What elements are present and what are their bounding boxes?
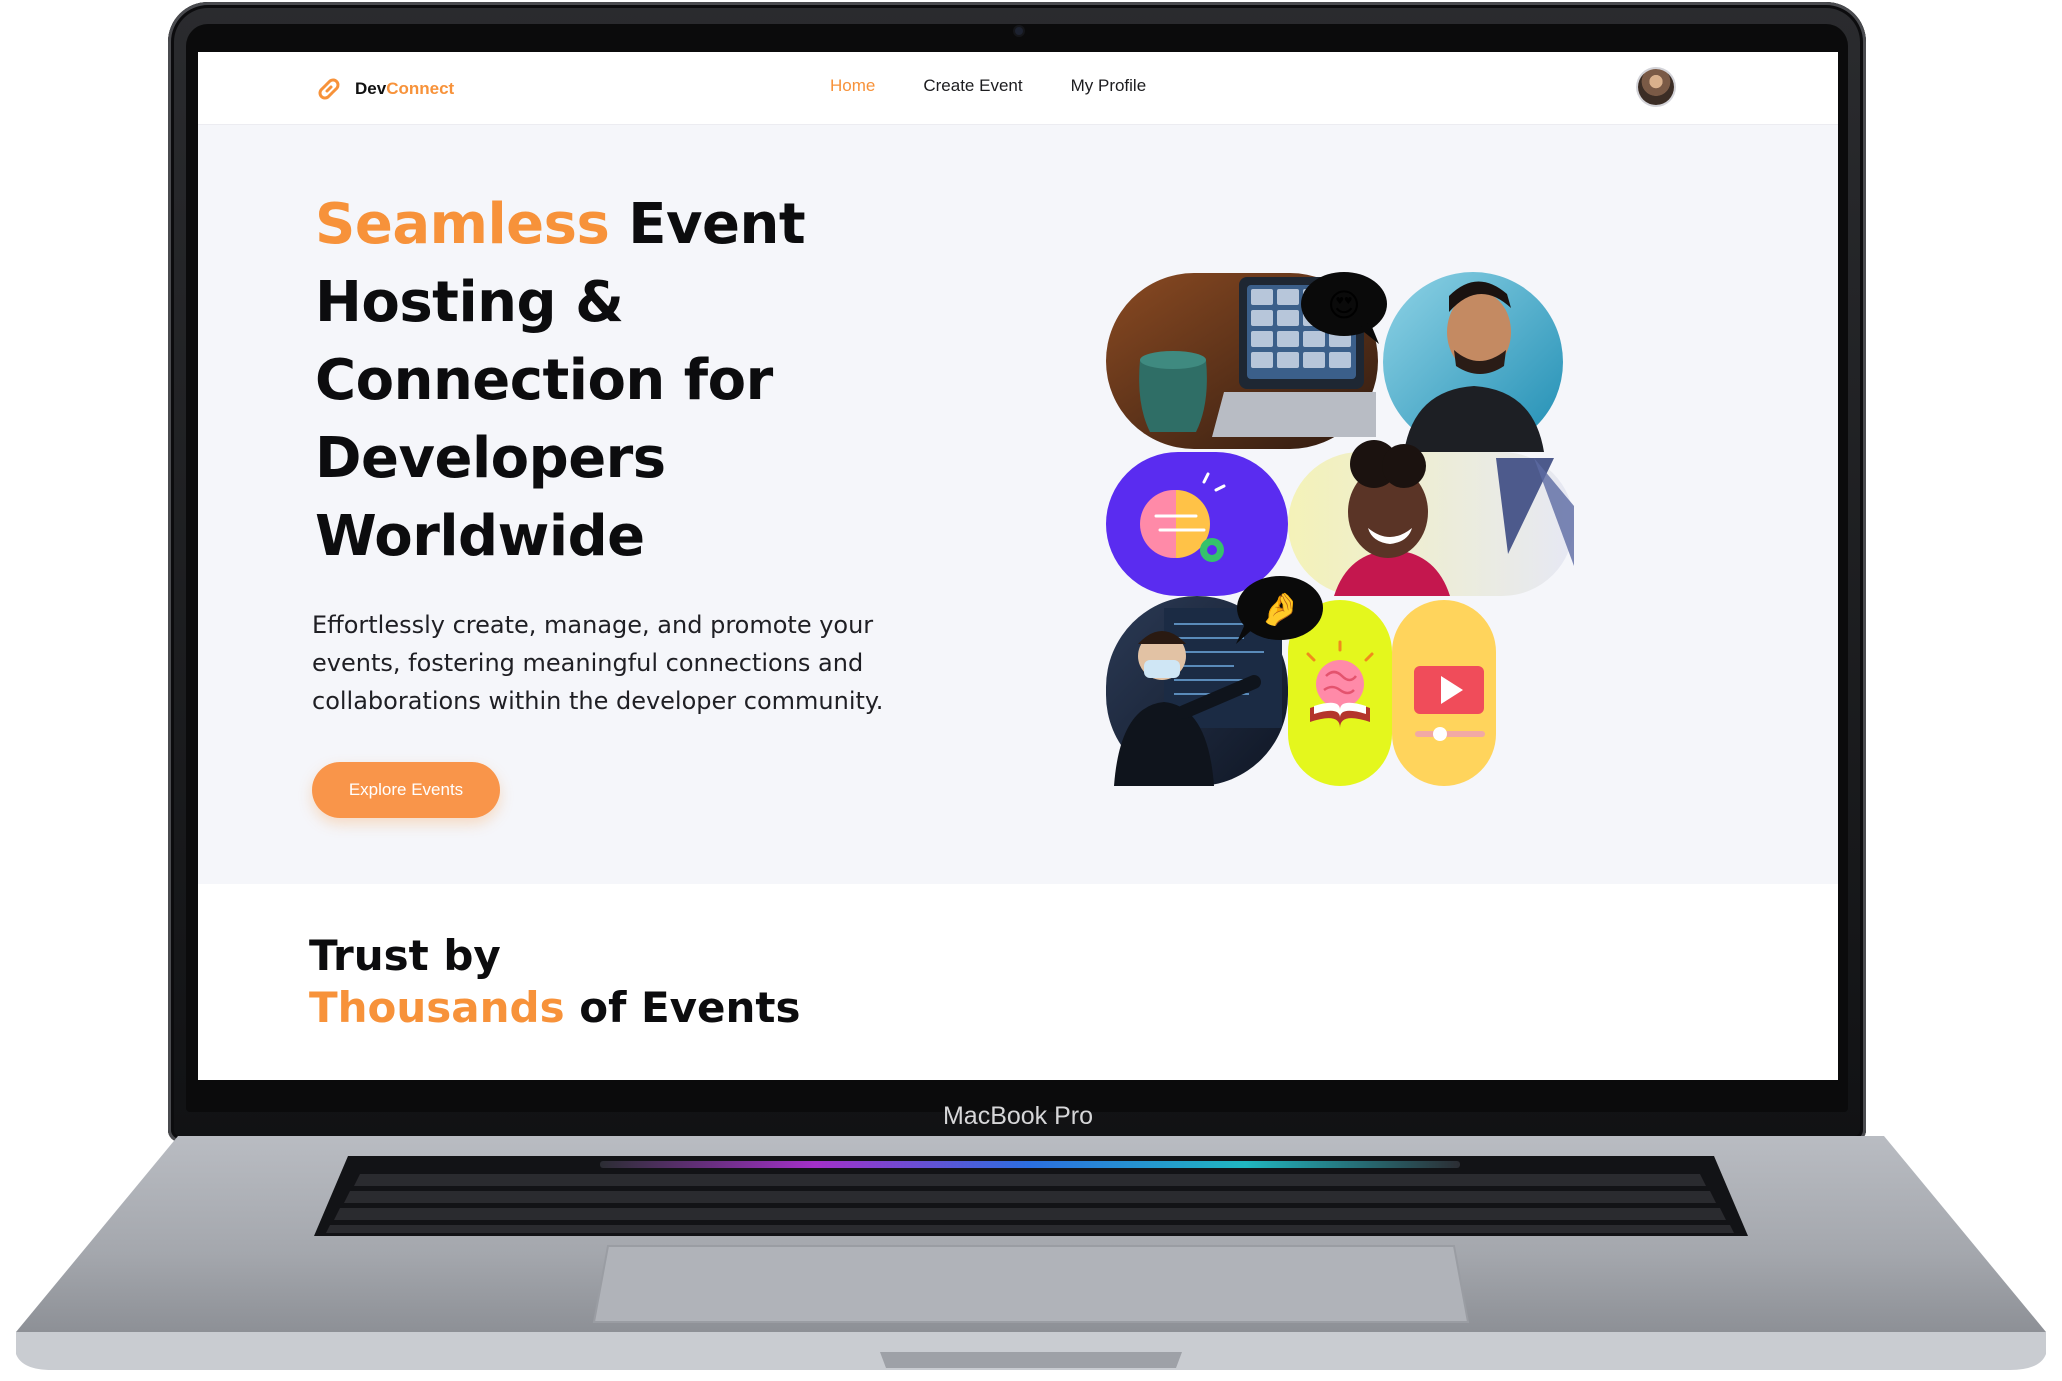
brain-gear-icon [1106,452,1288,596]
nav-link-create-event[interactable]: Create Event [923,76,1022,96]
brand-logo[interactable]: DevConnect [313,72,454,106]
laptop-base [10,1136,2052,1376]
trust-heading: Trust by Thousands of Events [309,930,801,1034]
brand-name: DevConnect [355,79,455,98]
hero-section: Seamless Event Hosting & Connection for … [198,124,1838,884]
link-chain-icon [318,78,340,100]
hero-description: Effortlessly create, manage, and promote… [312,611,884,715]
hero-image-collage: 😍 🤌 [1104,272,1574,872]
trust-heading-accent: Thousands [309,983,565,1032]
trust-heading-rest: of Events [564,983,801,1032]
browser-screen: DevConnect Home Create Event My Profile … [198,52,1838,1080]
collage-graphic: 😍 🤌 [1106,272,1574,786]
explore-events-button[interactable]: Explore Events [312,762,500,818]
nav-link-home[interactable]: Home [830,76,875,96]
pinched-fingers-emoji: 🤌 [1260,590,1300,628]
hero-title-accent: Seamless [315,192,610,257]
heart-eyes-emoji: 😍 [1327,286,1360,324]
hero-title: Seamless Event Hosting & Connection for … [315,186,875,576]
user-avatar[interactable] [1638,69,1674,105]
video-play-icon [1392,600,1496,786]
laughing-man-photo [1383,272,1563,452]
smiling-woman-photo [1288,440,1574,596]
trust-heading-line1: Trust by [309,931,501,980]
camera-icon [1015,27,1023,35]
nav-link-my-profile[interactable]: My Profile [1071,76,1147,96]
device-model-label: MacBook Pro [942,1102,1094,1130]
trust-section: Trust by Thousands of Events [198,884,1838,1080]
top-navbar: DevConnect Home Create Event My Profile [198,52,1838,125]
keyboard-deck-graphic [16,1136,2046,1370]
nav-links: Home Create Event My Profile [830,76,1146,96]
